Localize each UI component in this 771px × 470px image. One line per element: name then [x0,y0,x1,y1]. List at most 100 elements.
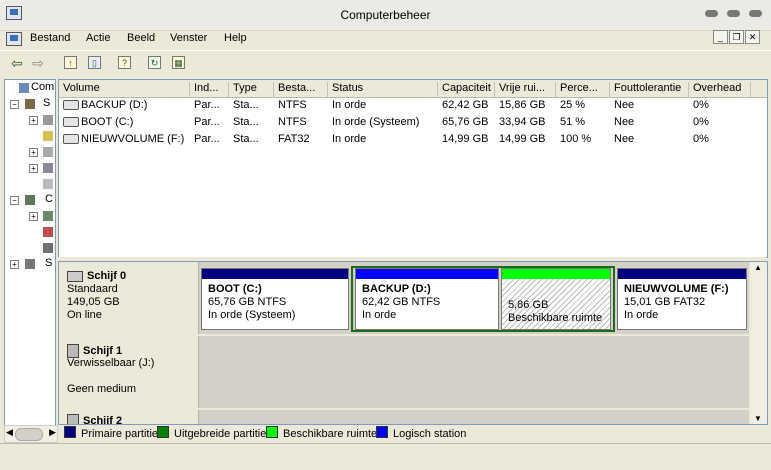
col-type[interactable]: Type [229,82,274,97]
partition-bar [202,269,348,279]
cell: Par... [194,116,220,128]
menu-actie[interactable]: Actie [86,32,110,44]
cell: NTFS [278,116,307,128]
cell: 62,42 GB [442,99,489,111]
expand-icon[interactable]: + [10,260,19,269]
tree-item-sub2[interactable] [5,129,55,144]
expand-icon[interactable]: + [29,148,38,157]
col-capaciteit[interactable]: Capaciteit [438,82,495,97]
menu-help[interactable]: Help [224,32,247,44]
cell: Nee [614,133,635,145]
back-arrow-icon[interactable]: ⇦ [9,55,25,71]
help-icon[interactable]: ▦ [172,56,185,69]
partition-size: 15,01 GB FAT32 [624,296,706,308]
cell: Sta... [233,116,259,128]
console-tree: Comp −S + + + −C + +S [4,79,56,426]
child-restore-button[interactable]: ❐ [729,30,744,44]
scroll-thumb[interactable] [15,428,43,441]
scroll-up-icon[interactable]: ▲ [754,263,762,272]
defrag-icon [43,227,53,237]
status-bar [0,443,771,470]
disk-type: Verwisselbaar (J:) [67,357,155,369]
table-row[interactable]: NIEUWVOLUME (F:) Par... Sta... FAT32 In … [59,131,767,148]
tree-item-services[interactable]: + S [5,241,55,269]
col-status[interactable]: Status [328,82,438,97]
tree-item-sub4[interactable]: + [5,161,55,176]
cell: Sta... [233,99,259,111]
tree-item-sub6[interactable]: + [5,209,55,224]
child-close-button[interactable]: ✕ [745,30,760,44]
disk-1-area[interactable] [199,336,749,408]
partition-name: NIEUWVOLUME (F:) [624,283,729,295]
refresh-icon[interactable]: ↻ [148,56,161,69]
cell: 100 % [560,133,592,145]
partition-boot[interactable]: BOOT (C:) 65,76 GB NTFS In orde (Systeem… [201,268,349,330]
partition-backup[interactable]: BACKUP (D:) 62,42 GB NTFS In orde [355,268,499,330]
cell: 33,94 GB [499,116,546,128]
cell: FAT32 [278,133,310,145]
tree-item-sub1[interactable]: + [5,113,55,128]
child-minimize-button[interactable]: _ [713,30,728,44]
minimize-button[interactable] [705,10,718,17]
scroll-right-icon[interactable]: ▶ [49,427,56,438]
tree-item-storage[interactable]: − C [5,193,55,208]
show-tree-icon[interactable]: ▯ [88,56,101,69]
device-icon [43,179,53,189]
partition-bar [618,269,746,279]
scroll-down-icon[interactable]: ▼ [754,414,762,423]
cell: Sta... [233,133,259,145]
up-folder-icon[interactable]: ↑ [64,56,77,69]
menu-bestand[interactable]: Bestand [30,32,70,44]
partition-nieuwvolume[interactable]: NIEUWVOLUME (F:) 15,01 GB FAT32 In orde [617,268,747,330]
tree-item-sub3[interactable]: + [5,145,55,160]
tree-item-system[interactable]: − S [5,97,55,112]
expand-icon[interactable]: + [29,212,38,221]
close-button[interactable] [749,10,762,17]
collapse-icon[interactable]: − [10,100,19,109]
col-percentage[interactable]: Perce... [556,82,610,97]
tree-item-sub5[interactable] [5,177,55,192]
tree-horizontal-scrollbar[interactable]: ◀ ▶ [4,425,58,443]
cell: NTFS [278,99,307,111]
volume-icon [63,117,79,128]
disk-map-scrollbar[interactable]: ▲ ▼ [751,262,767,424]
disk-name: Schijf 1 [83,344,123,357]
cell: Nee [614,116,635,128]
partition-name: BACKUP (D:) [362,283,431,295]
child-window-icon[interactable] [6,32,22,46]
forward-arrow-icon[interactable]: ⇨ [30,55,46,71]
menu-beeld[interactable]: Beeld [127,32,155,44]
disk-label-1[interactable]: Schijf 1 Verwisselbaar (J:) Geen medium [61,336,199,408]
col-fouttolerantie[interactable]: Fouttolerantie [610,82,689,97]
table-row[interactable]: BOOT (C:) Par... Sta... NTFS In orde (Sy… [59,114,767,131]
col-vrije-ruimte[interactable]: Vrije rui... [495,82,556,97]
tree-item-sub7[interactable] [5,225,55,240]
maximize-button[interactable] [727,10,740,17]
collapse-icon[interactable]: − [10,196,19,205]
expand-icon[interactable]: + [29,116,38,125]
removable-storage-icon [43,211,53,221]
toolbar: ⇦ ⇨ ↑ ▯ ? ↻ ▦ [0,50,771,77]
col-bestandssysteem[interactable]: Besta... [274,82,328,97]
table-row[interactable]: BACKUP (D:) Par... Sta... NTFS In orde 6… [59,97,767,114]
menu-venster[interactable]: Venster [170,32,207,44]
partition-status: In orde [624,309,659,321]
cell: Nee [614,99,635,111]
computer-icon [19,83,29,93]
disk-label-0[interactable]: Schijf 0 Standaard 149,05 GB On line [61,262,199,334]
cell-volume: BACKUP (D:) [81,99,148,111]
expand-icon[interactable]: + [29,164,38,173]
legend-item: Uitgebreide partitie [157,426,266,440]
partition-size: 5,86 GB [508,299,549,311]
scroll-left-icon[interactable]: ◀ [6,427,13,438]
col-overhead[interactable]: Overhead [689,82,751,97]
cell: 0% [693,133,709,145]
legend-swatch [157,426,169,438]
services-icon [25,259,35,269]
cell: 51 % [560,116,586,128]
col-indeling[interactable]: Ind... [190,82,229,97]
col-volume[interactable]: Volume [59,82,190,97]
properties-icon[interactable]: ? [118,56,131,69]
partition-free-space[interactable]: 5,86 GB Beschikbare ruimte [501,268,611,330]
partition-size: 62,42 GB NTFS [362,296,441,308]
